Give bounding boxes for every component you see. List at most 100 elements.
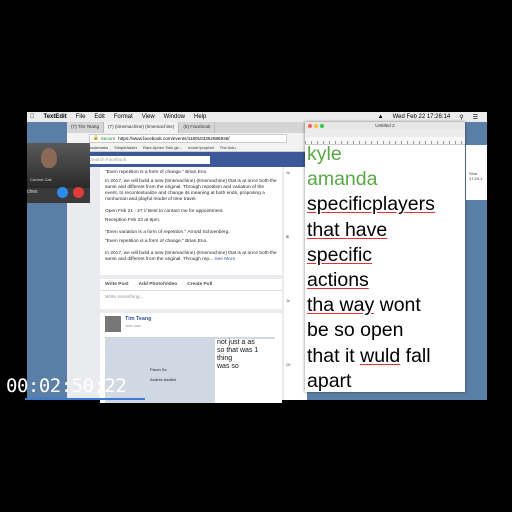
minimize-icon[interactable] bbox=[314, 123, 318, 128]
bookmark-actu[interactable]: The Actu bbox=[220, 145, 236, 150]
timecode: 00:02:50;22 bbox=[6, 375, 127, 397]
menubar-clock[interactable]: Wed Feb 22 17:26:14 bbox=[393, 114, 451, 120]
composer-actions: Write Post Add Photo/Video Create Poll bbox=[100, 279, 282, 291]
menu-help[interactable]: Help bbox=[194, 114, 206, 120]
see-more-link[interactable]: See More bbox=[214, 257, 235, 262]
mute-button[interactable] bbox=[57, 187, 68, 198]
tab-timemachine[interactable]: (7) (timemachine) (timemachine) bbox=[104, 122, 180, 133]
text-fragment: that it bbox=[307, 344, 361, 367]
call-name: Current Call bbox=[30, 177, 52, 182]
menu-app[interactable]: TextEdit bbox=[44, 114, 67, 120]
bookmark-simpleadder[interactable]: SimpleAdder bbox=[114, 145, 137, 150]
quote-eno: "Even repetition is a form of change." B… bbox=[105, 170, 208, 175]
textedit-window: Untitled 2 kyle amanda specificplayers t… bbox=[305, 122, 465, 392]
tab-facebook[interactable]: (8) Facebook bbox=[179, 122, 216, 133]
bookmarks-bar: Apps Bookmarks SimpleAdder Rare Aphex Tw… bbox=[67, 143, 307, 152]
desktop-screenshot-file[interactable]: Shot 17.24.1 bbox=[466, 145, 487, 200]
bookmark-aphex[interactable]: Rare Aphex Twin ge... bbox=[143, 145, 182, 150]
misspelled-word: specificplayers bbox=[307, 193, 435, 216]
text-line: tha way wont bbox=[307, 293, 463, 318]
open-dates: Open Feb 21 - 27 // Best to contact me f… bbox=[105, 209, 224, 214]
misspelled-word: tha way bbox=[307, 294, 375, 317]
text-line: specificplayers bbox=[307, 192, 463, 217]
create-poll-button[interactable]: Create Poll bbox=[187, 282, 212, 287]
bookmark-bookmarks[interactable]: Bookmarks bbox=[88, 145, 108, 150]
composer-card: Write Post Add Photo/Video Create Poll W… bbox=[100, 279, 282, 309]
url-text: https://www.facebook.com/events/11891533… bbox=[118, 135, 230, 141]
tab-tim-teang[interactable]: (7) Tim Teang bbox=[67, 122, 104, 133]
event-description: "Even repetition is a form of change." B… bbox=[100, 167, 282, 275]
text-line: specific bbox=[307, 243, 463, 268]
right-col-item[interactable]: Yo bbox=[286, 171, 305, 175]
quote-schoenberg: "Even variation is a form of repetition.… bbox=[105, 230, 230, 235]
post-author[interactable]: Tim Teang bbox=[125, 316, 151, 322]
file-label: 17.24.1 bbox=[469, 176, 483, 181]
right-col-item[interactable]: Bi bbox=[286, 235, 305, 239]
embedded-note: not just a as so that was 1 thing was so bbox=[215, 339, 275, 403]
misspelled-word: actions bbox=[307, 268, 369, 291]
reception: Reception Feb 23 at 8pm. bbox=[105, 218, 161, 223]
right-column: Yo Bi Jo Ch bbox=[284, 167, 307, 400]
misspelled-word: that have bbox=[307, 218, 388, 241]
embedded-note-line: not just a as bbox=[217, 339, 255, 346]
call-side-text: ches bbox=[27, 189, 38, 195]
post-screenshot-image[interactable]: Paroh Ss Andrés Azollini not just a as s… bbox=[105, 337, 275, 403]
description-para-2: In 2017, we will build a new (timemachin… bbox=[105, 251, 277, 263]
avatar[interactable] bbox=[105, 316, 121, 332]
embedded-note-line: was so bbox=[217, 363, 239, 370]
right-col-item[interactable]: Ch bbox=[286, 363, 305, 367]
post-card: Tim Teang Just now Paroh Ss Andrés Azoll… bbox=[100, 313, 282, 403]
text-line: actions bbox=[307, 268, 463, 293]
document-text[interactable]: kyle amanda specificplayers that have sp… bbox=[307, 142, 463, 394]
menu-file[interactable]: File bbox=[76, 114, 86, 120]
right-col-item[interactable]: Jo bbox=[286, 299, 305, 303]
search-icon[interactable]: ⚲ bbox=[459, 114, 463, 121]
embedded-name-2: Andrés Azollini bbox=[150, 377, 177, 382]
facebook-body: "Even repetition is a form of change." B… bbox=[67, 167, 307, 403]
post-timestamp[interactable]: Just now bbox=[125, 323, 141, 328]
misspelled-word: specific bbox=[307, 243, 373, 266]
menu-edit[interactable]: Edit bbox=[94, 114, 104, 120]
text-line: apart bbox=[307, 369, 352, 392]
url-field[interactable]: 🔒 Secure https://www.facebook.com/events… bbox=[89, 133, 287, 143]
address-bar: 🔒 Secure https://www.facebook.com/events… bbox=[67, 133, 307, 143]
menu-view[interactable]: View bbox=[142, 114, 155, 120]
close-icon[interactable] bbox=[308, 123, 312, 128]
para-2-text: In 2017, we will build a new (timemachin… bbox=[105, 251, 277, 262]
lock-icon: 🔒 bbox=[93, 135, 99, 140]
description-para-1: In 2017, we will build a new (timemachin… bbox=[105, 179, 277, 202]
embedded-name: Paroh Ss bbox=[150, 367, 167, 372]
embedded-note-line: so that was 1 bbox=[217, 347, 259, 354]
caller-avatar bbox=[41, 148, 57, 168]
window-controls bbox=[308, 123, 326, 128]
hangup-button[interactable] bbox=[73, 187, 84, 198]
textedit-titlebar: Untitled 2 bbox=[305, 122, 465, 129]
browser-window: (7) Tim Teang (7) (timemachine) (timemac… bbox=[67, 122, 307, 403]
textedit-title: Untitled 2 bbox=[375, 123, 395, 128]
secure-label: Secure bbox=[100, 135, 116, 141]
embedded-note-line: thing bbox=[217, 355, 233, 362]
text-fragment: wont bbox=[374, 294, 421, 317]
facebook-search-input[interactable]: Search Facebook bbox=[87, 155, 210, 164]
quote-eno-2: "Even repetition is a form of change." B… bbox=[105, 239, 208, 244]
list-icon[interactable]: ☰ bbox=[473, 114, 478, 121]
apple-icon[interactable]:  bbox=[30, 114, 35, 120]
text-fragment: fall bbox=[400, 344, 431, 367]
facebook-header: f Search Facebook bbox=[67, 152, 307, 167]
text-line: amanda bbox=[307, 168, 378, 191]
write-something-input[interactable]: Write something... bbox=[100, 291, 282, 304]
add-photo-button[interactable]: Add Photo/Video bbox=[139, 282, 178, 287]
text-line: that it wuld fall bbox=[307, 344, 463, 369]
menu-format[interactable]: Format bbox=[114, 114, 133, 120]
misspelled-word: wuld bbox=[360, 344, 401, 367]
text-line: kyle bbox=[307, 143, 342, 165]
text-line: be so open bbox=[307, 319, 404, 342]
wifi-icon[interactable]: ▲ bbox=[378, 114, 384, 120]
tab-bar: (7) Tim Teang (7) (timemachine) (timemac… bbox=[67, 122, 307, 133]
bookmark-monk[interactable]: monk+prophet bbox=[188, 145, 214, 150]
write-post-button[interactable]: Write Post bbox=[105, 282, 129, 287]
menu-window[interactable]: Window bbox=[164, 114, 185, 120]
call-video: Current Call bbox=[27, 143, 90, 188]
text-line: that have bbox=[307, 218, 463, 243]
zoom-icon[interactable] bbox=[320, 123, 324, 128]
